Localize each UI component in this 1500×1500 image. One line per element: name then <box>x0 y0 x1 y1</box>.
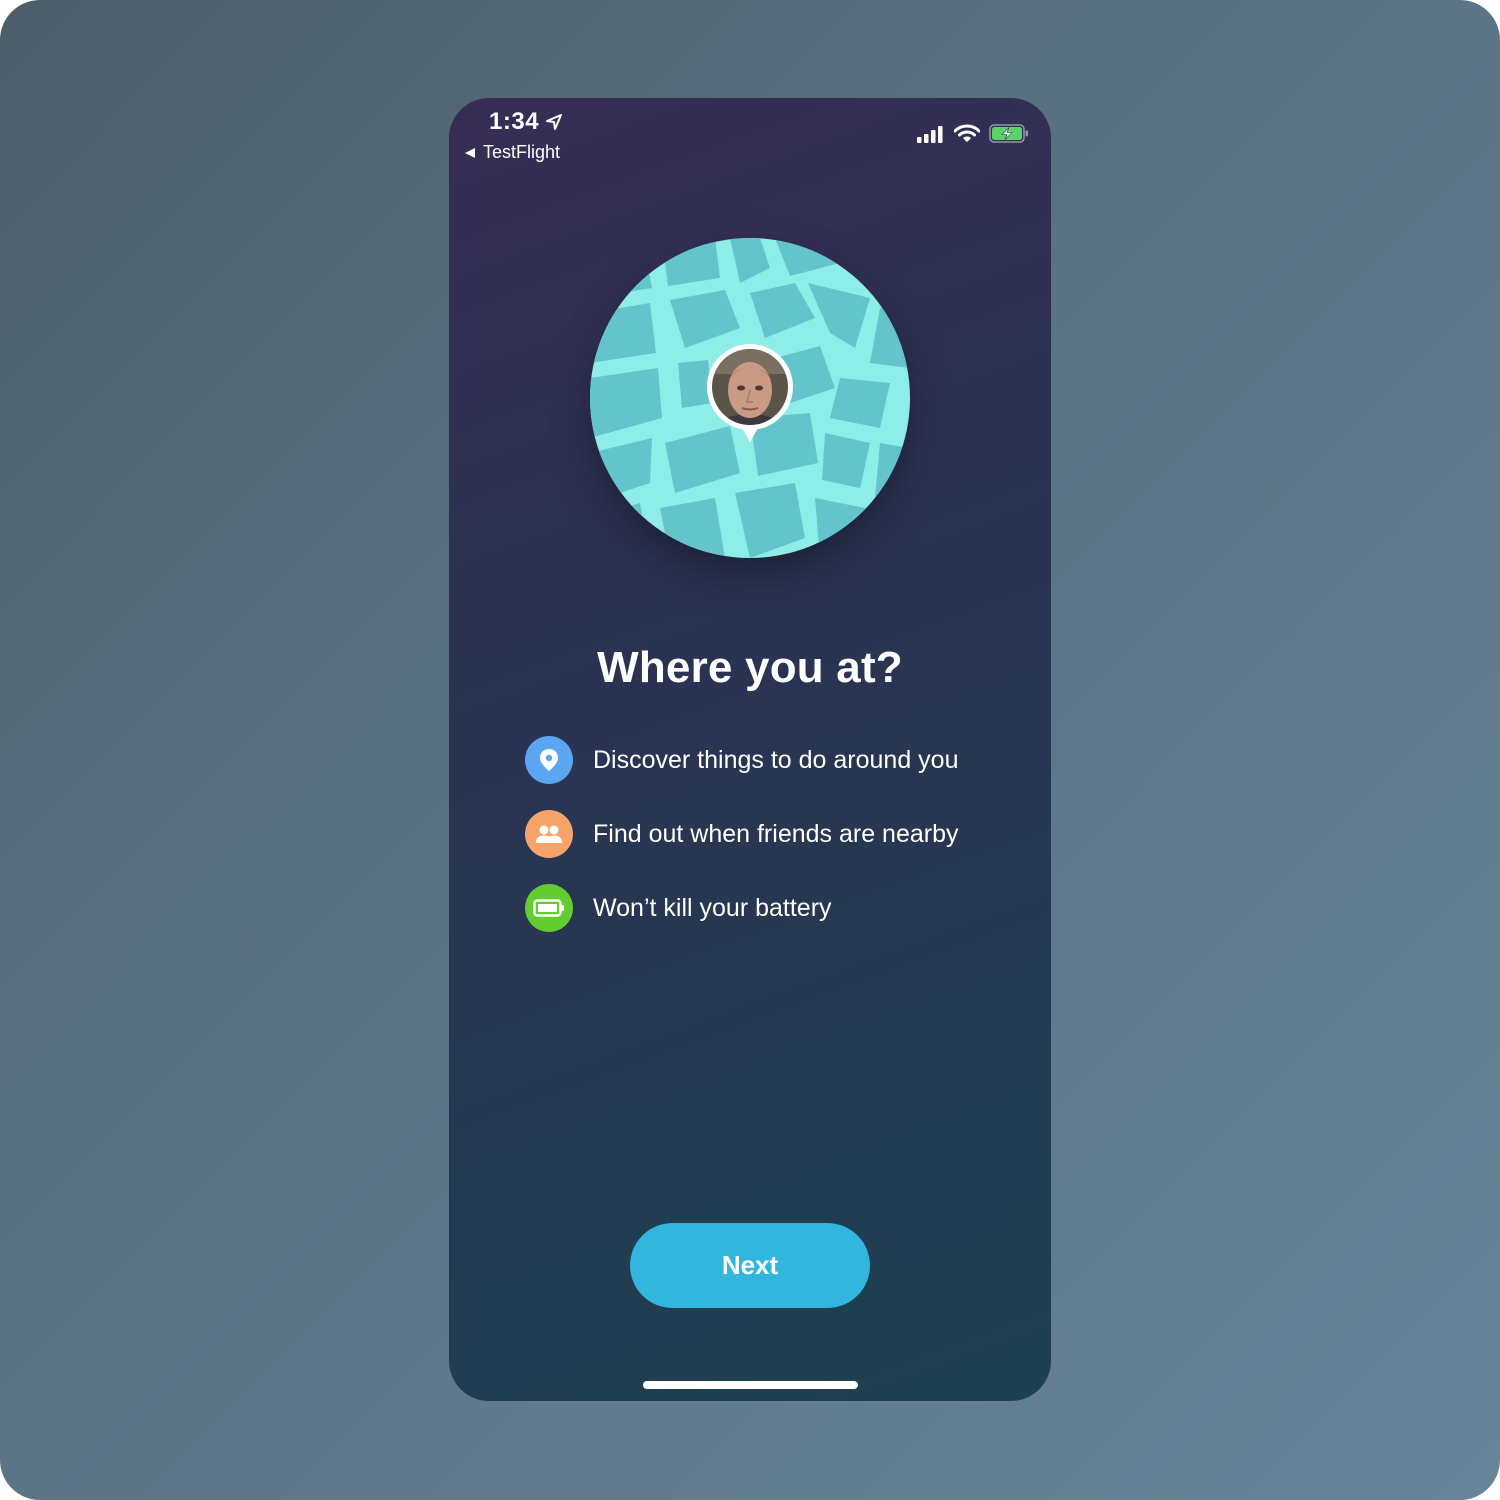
feature-text: Discover things to do around you <box>593 745 959 774</box>
page-title: Where you at? <box>597 643 903 692</box>
feature-battery: Won’t kill your battery <box>525 884 1025 932</box>
back-to-testflight[interactable]: TestFlight <box>464 142 560 163</box>
next-button-label: Next <box>721 1250 779 1280</box>
location-pin-icon <box>525 736 573 784</box>
status-time: 1:34 <box>489 108 563 136</box>
avatar <box>707 344 793 442</box>
status-time-label: 1:34 <box>489 108 540 135</box>
feature-text: Find out when friends are nearby <box>593 819 959 848</box>
home-indicator[interactable] <box>643 1381 858 1389</box>
feature-text: Won’t kill your battery <box>593 893 832 922</box>
feature-discover: Discover things to do around you <box>525 736 1025 784</box>
people-icon <box>525 810 573 858</box>
status-icons <box>917 124 1029 143</box>
user-avatar-pin <box>705 344 795 448</box>
phone-screen: 1:34 TestFlight Where you at? Discover t… <box>449 98 1051 1401</box>
back-triangle-icon <box>465 147 475 158</box>
wifi-icon <box>954 124 980 142</box>
battery-charging-icon <box>989 124 1028 143</box>
battery-icon <box>525 884 573 932</box>
features-list: Discover things to do around you Find ou… <box>525 736 1025 958</box>
next-button[interactable]: Next <box>630 1223 870 1308</box>
back-label: TestFlight <box>483 142 561 162</box>
location-arrow-icon <box>546 114 563 130</box>
cellular-signal-icon <box>917 125 943 143</box>
feature-friends: Find out when friends are nearby <box>525 810 1025 858</box>
